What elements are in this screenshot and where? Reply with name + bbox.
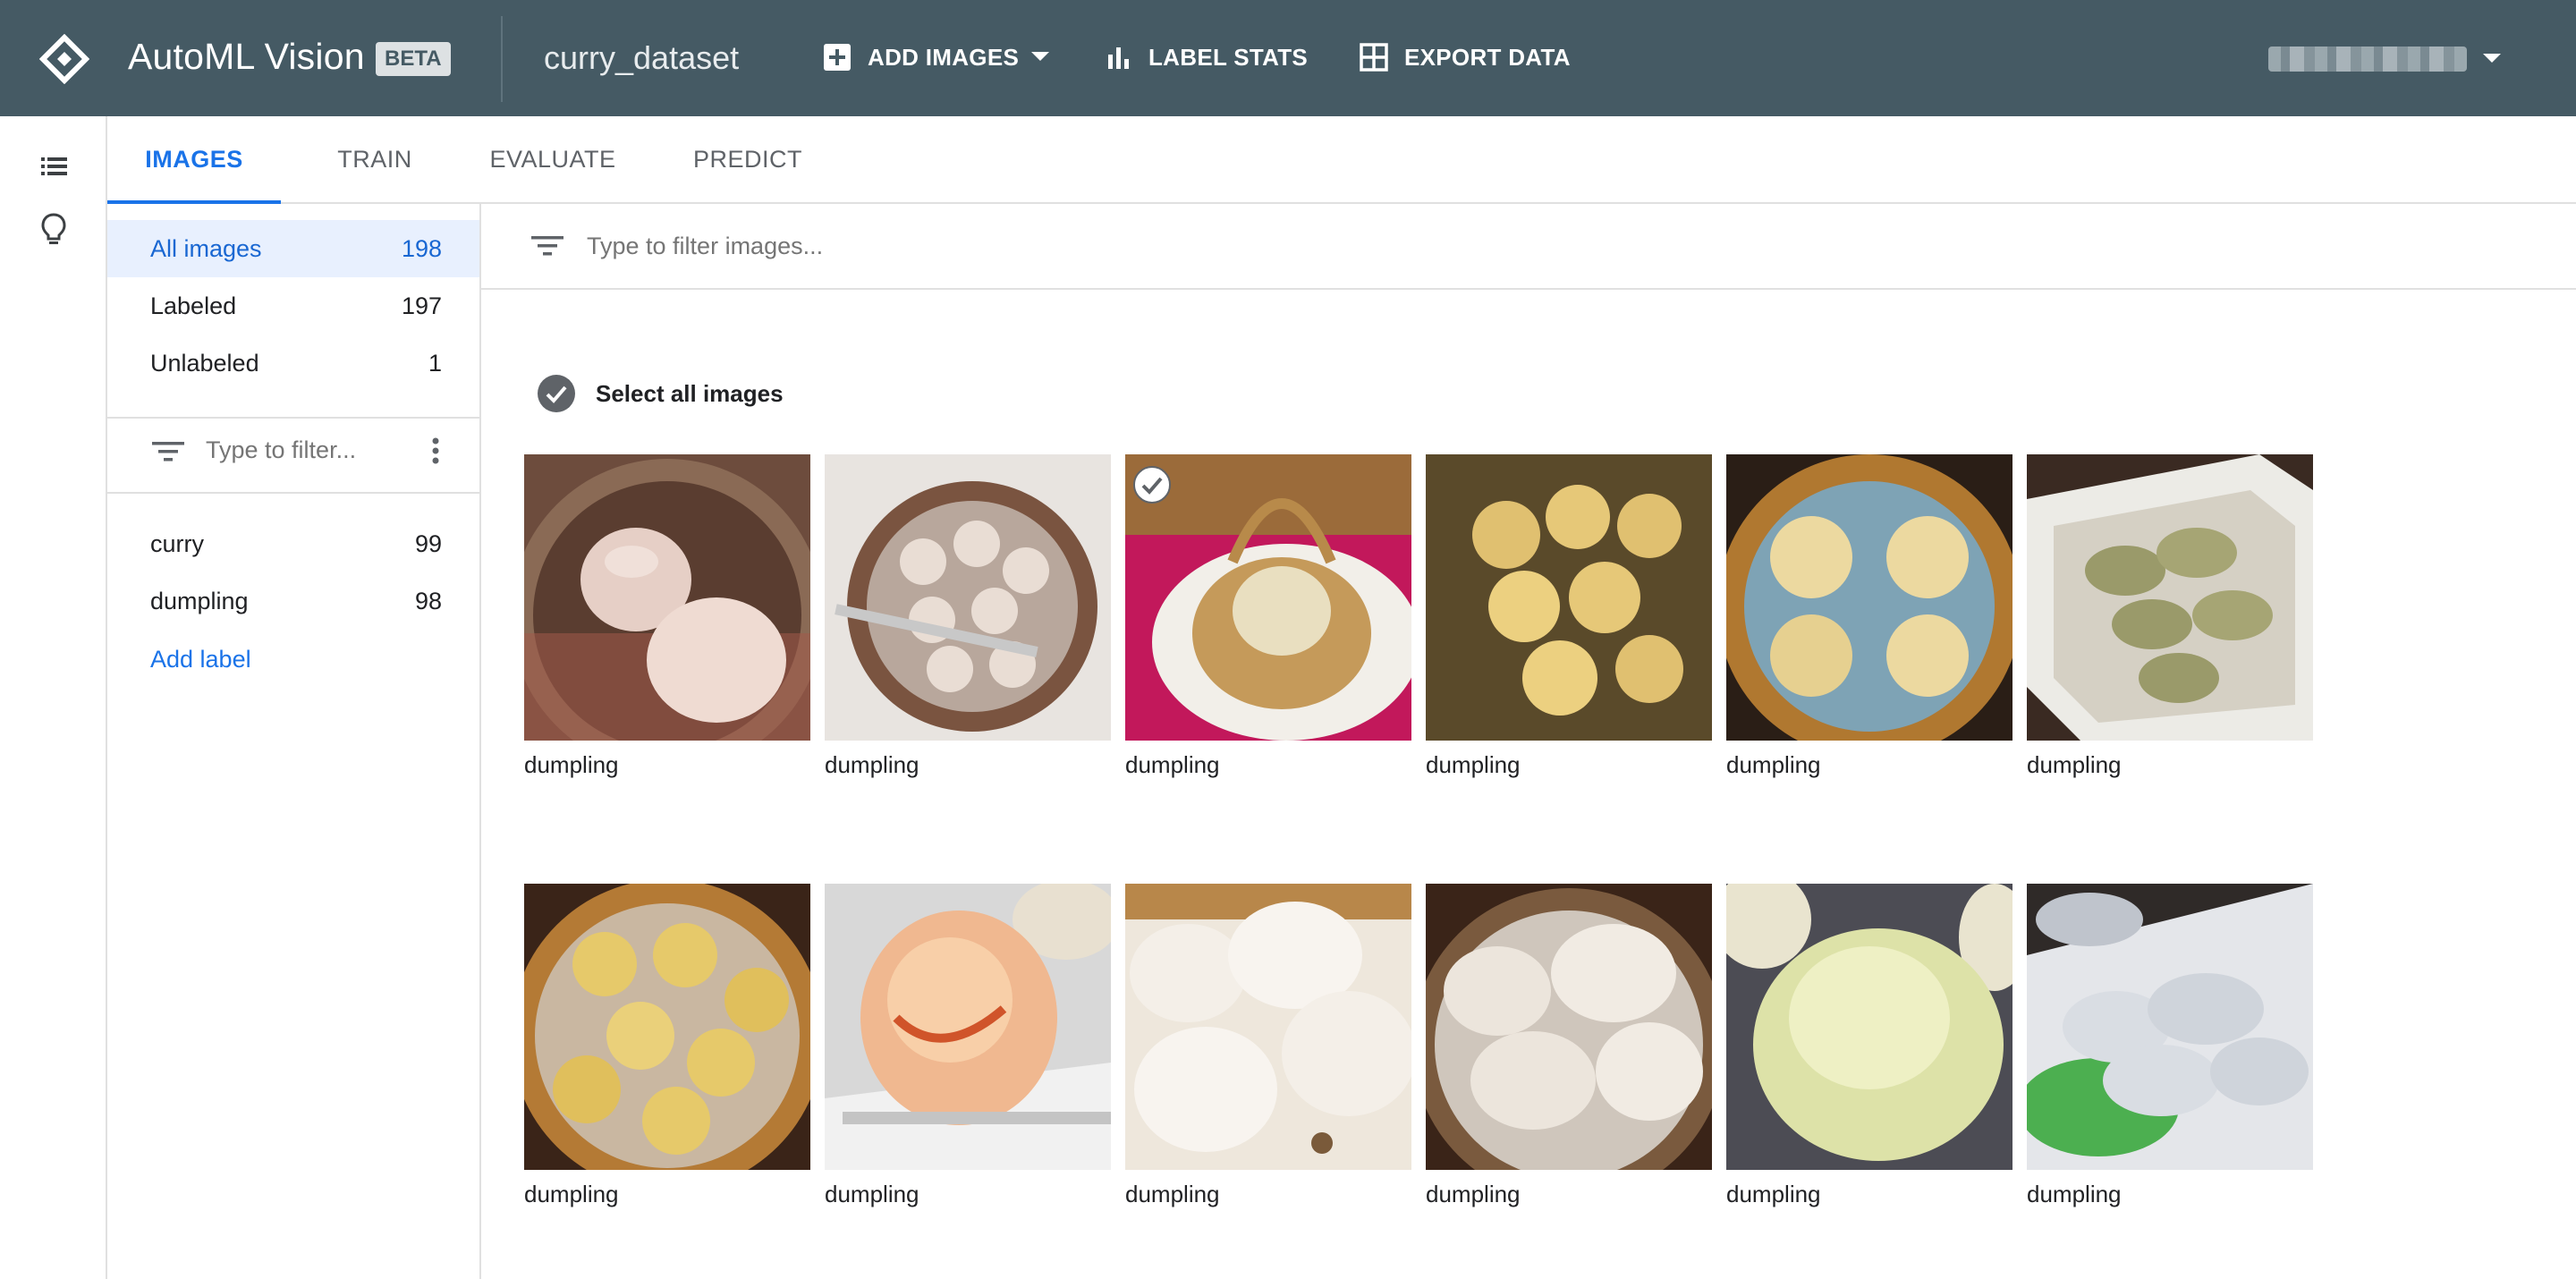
dumpling-photo bbox=[524, 454, 810, 741]
image-label: dumpling bbox=[1125, 1181, 1220, 1207]
filter-label: Labeled bbox=[150, 292, 237, 319]
tab-bar: IMAGES TRAIN EVALUATE PREDICT bbox=[107, 116, 2576, 204]
dumpling-photo bbox=[2027, 884, 2313, 1170]
image-tile[interactable] bbox=[1426, 884, 1712, 1170]
dumpling-photo bbox=[825, 454, 1111, 741]
image-filter-placeholder: Type to filter images... bbox=[587, 233, 824, 259]
label-stats-label: LABEL STATS bbox=[1148, 43, 1309, 71]
select-all-label: Select all images bbox=[596, 379, 784, 407]
image-label: dumpling bbox=[524, 1181, 619, 1207]
image-tile[interactable] bbox=[1726, 884, 2012, 1170]
automl-logo-icon[interactable] bbox=[39, 34, 89, 84]
image-tile[interactable] bbox=[524, 454, 810, 741]
image-tile[interactable] bbox=[524, 884, 810, 1170]
filter-count: 198 bbox=[401, 234, 442, 262]
dumpling-photo bbox=[1726, 884, 2012, 1170]
export-data-button[interactable]: EXPORT DATA bbox=[1360, 30, 1571, 84]
label-name: curry bbox=[150, 529, 204, 557]
app-title: AutoML Vision bbox=[128, 36, 365, 77]
label-count: 98 bbox=[414, 587, 442, 614]
dumpling-photo bbox=[1125, 884, 1411, 1170]
add-label-link[interactable]: Add label bbox=[150, 646, 251, 673]
filter-list-icon bbox=[531, 236, 564, 256]
image-label: dumpling bbox=[1426, 1181, 1521, 1207]
dumpling-photo bbox=[1726, 454, 2012, 741]
label-name: dumpling bbox=[150, 587, 249, 614]
image-tile[interactable] bbox=[1125, 884, 1411, 1170]
export-data-label: EXPORT DATA bbox=[1404, 43, 1571, 71]
left-rail bbox=[0, 116, 107, 1279]
more-vert-icon[interactable] bbox=[431, 435, 440, 467]
account-name-redacted bbox=[2268, 47, 2467, 72]
account-switcher[interactable] bbox=[2268, 41, 2501, 77]
image-label: dumpling bbox=[1426, 751, 1521, 778]
image-label: dumpling bbox=[2027, 751, 2122, 778]
label-stats-button[interactable]: LABEL STATS bbox=[1106, 30, 1308, 84]
tab-images[interactable]: IMAGES bbox=[107, 116, 281, 204]
image-tile[interactable] bbox=[825, 884, 1111, 1170]
add-images-button[interactable]: ADD IMAGES bbox=[823, 30, 1050, 84]
image-tile[interactable] bbox=[1426, 454, 1712, 741]
filter-all-images[interactable]: All images 198 bbox=[107, 220, 479, 277]
label-count: 99 bbox=[414, 529, 442, 557]
filter-list-icon bbox=[152, 442, 184, 462]
beta-badge: BETA bbox=[376, 42, 451, 76]
add-box-icon bbox=[824, 44, 851, 71]
image-filter-input[interactable]: Type to filter images... bbox=[481, 204, 2576, 290]
image-tile[interactable] bbox=[1726, 454, 2012, 741]
lightbulb-icon[interactable] bbox=[36, 211, 72, 247]
dumpling-photo bbox=[2027, 454, 2313, 741]
image-label: dumpling bbox=[825, 751, 919, 778]
filter-unlabeled[interactable]: Unlabeled 1 bbox=[107, 335, 479, 392]
image-tile[interactable] bbox=[2027, 454, 2313, 741]
dumpling-photo bbox=[825, 884, 1111, 1170]
dumpling-photo bbox=[1426, 884, 1712, 1170]
dataset-name: curry_dataset bbox=[544, 39, 740, 76]
filter-labeled[interactable]: Labeled 197 bbox=[107, 277, 479, 335]
image-label: dumpling bbox=[825, 1181, 919, 1207]
bar-chart-icon bbox=[1108, 47, 1129, 69]
add-images-label: ADD IMAGES bbox=[868, 43, 1020, 71]
image-tile[interactable] bbox=[825, 454, 1111, 741]
dumpling-photo bbox=[1426, 454, 1712, 741]
check-circle-icon bbox=[538, 375, 575, 412]
selected-check-icon bbox=[1133, 466, 1171, 504]
image-tile[interactable] bbox=[2027, 884, 2313, 1170]
filter-count: 1 bbox=[428, 349, 442, 377]
filter-label: Unlabeled bbox=[150, 349, 259, 377]
image-label: dumpling bbox=[1726, 1181, 1821, 1207]
app-header: AutoML Vision BETA curry_dataset ADD IMA… bbox=[0, 0, 2576, 116]
label-filter-input[interactable]: Type to filter... bbox=[107, 422, 479, 479]
label-item-curry[interactable]: curry 99 bbox=[107, 517, 479, 571]
image-label: dumpling bbox=[524, 751, 619, 778]
image-label: dumpling bbox=[1726, 751, 1821, 778]
select-all-checkbox[interactable]: Select all images bbox=[537, 374, 784, 413]
grid-table-icon bbox=[1360, 43, 1388, 72]
panel-divider bbox=[107, 417, 479, 419]
filter-panel: All images 198 Labeled 197 Unlabeled 1 T… bbox=[107, 204, 481, 1279]
dropdown-arrow-icon bbox=[1031, 52, 1050, 61]
account-dropdown-icon bbox=[2483, 54, 2501, 63]
tab-evaluate[interactable]: EVALUATE bbox=[463, 116, 642, 202]
panel-divider bbox=[107, 492, 479, 494]
image-tile[interactable] bbox=[1125, 454, 1411, 741]
tab-predict[interactable]: PREDICT bbox=[665, 116, 830, 202]
dumpling-photo bbox=[524, 884, 810, 1170]
header-divider bbox=[501, 16, 503, 102]
label-filter-placeholder: Type to filter... bbox=[206, 436, 357, 463]
filter-label: All images bbox=[150, 234, 262, 262]
list-icon[interactable] bbox=[36, 148, 72, 184]
label-item-dumpling[interactable]: dumpling 98 bbox=[107, 574, 479, 628]
image-label: dumpling bbox=[1125, 751, 1220, 778]
tab-train[interactable]: TRAIN bbox=[309, 116, 440, 202]
filter-count: 197 bbox=[401, 292, 442, 319]
image-label: dumpling bbox=[2027, 1181, 2122, 1207]
